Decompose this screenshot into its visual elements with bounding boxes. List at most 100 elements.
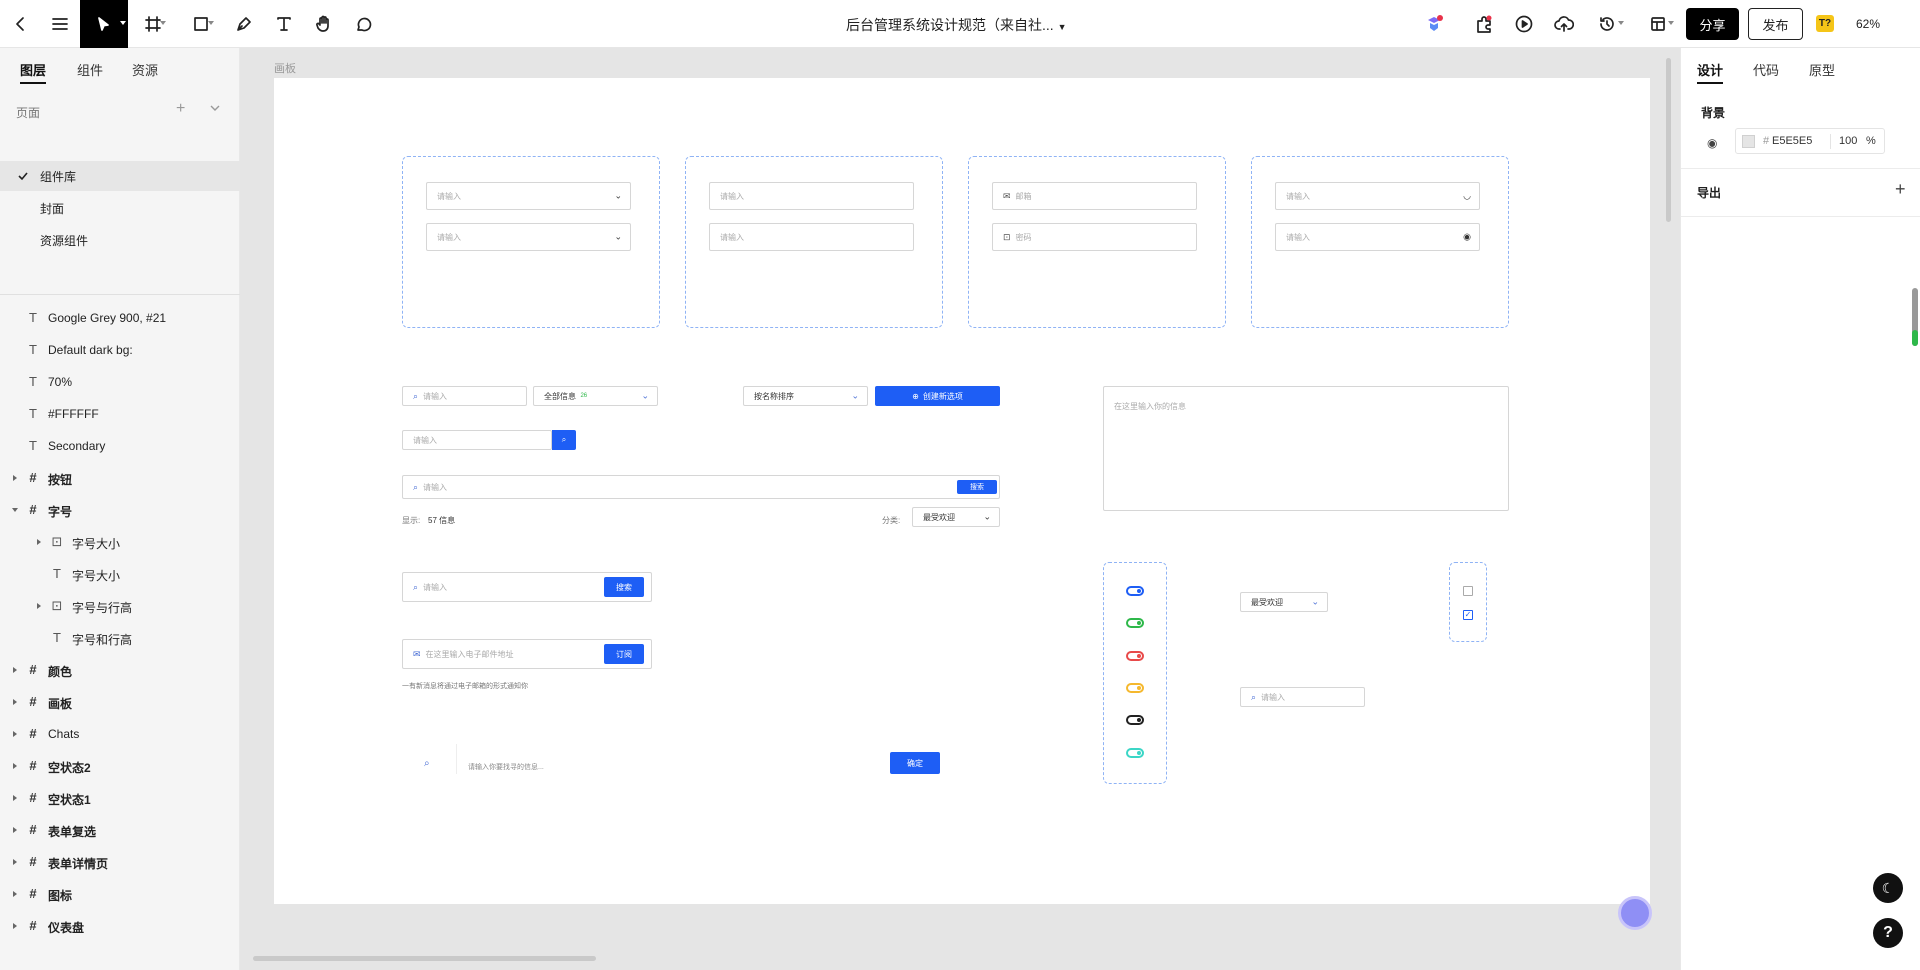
tab-code[interactable]: 代码 [1753, 60, 1779, 79]
tab-layers[interactable]: 图层 [20, 60, 47, 84]
plugin-icon[interactable] [1470, 0, 1498, 48]
email-field[interactable]: ✉ 邮箱 [992, 182, 1197, 210]
select-input[interactable]: 请输入 ⌄ [426, 182, 631, 210]
text-input[interactable]: 请输入 [709, 182, 914, 210]
layer-item[interactable]: # 表单复选 [0, 815, 240, 845]
dark-mode-icon[interactable]: ☾ [1873, 873, 1903, 903]
search-input[interactable]: ⌕ 请输入 [402, 386, 527, 406]
history-icon[interactable] [1588, 0, 1626, 48]
layout-icon[interactable] [1640, 0, 1676, 48]
color-hex-value[interactable]: E5E5E5 [1772, 135, 1812, 147]
search-button[interactable]: 搜索 [957, 480, 997, 494]
horizontal-scrollbar[interactable] [253, 956, 596, 961]
search-button[interactable]: ⌕ [552, 430, 576, 450]
collapse-arrow-icon[interactable] [37, 539, 41, 545]
layer-item[interactable]: T Default dark bg: [0, 335, 240, 365]
play-icon[interactable] [1510, 0, 1538, 48]
rectangle-tool-icon[interactable] [186, 0, 216, 48]
collapse-arrow-icon[interactable] [13, 891, 17, 897]
layer-item[interactable]: T Google Grey 900, #21 [0, 303, 240, 333]
back-icon[interactable] [8, 0, 32, 48]
hand-tool-icon[interactable] [312, 0, 336, 48]
frame-tool-icon[interactable] [138, 0, 168, 48]
message-textarea[interactable]: 在这里输入你的信息 [1103, 386, 1509, 511]
search-bar[interactable]: ⌕ 请输入 [402, 475, 1000, 499]
add-page-icon[interactable]: + [176, 100, 185, 118]
search-button[interactable]: 搜索 [604, 577, 644, 597]
confirm-button[interactable]: 确定 [890, 752, 940, 774]
layer-item[interactable]: ⊡ 字号与行高 [0, 591, 240, 621]
toggle-switch[interactable] [1126, 682, 1144, 693]
sort-select[interactable]: 按名称排序 ⌄ [743, 386, 868, 406]
plan-badge[interactable]: T? [1816, 15, 1834, 32]
layer-item[interactable]: # 仪表盘 [0, 911, 240, 941]
layer-item[interactable]: # 空状态1 [0, 783, 240, 813]
share-button[interactable]: 分享 [1686, 8, 1739, 40]
category-select[interactable]: 最受欢迎 ⌄ [912, 507, 1000, 527]
eye-icon[interactable]: ◉ [1707, 136, 1717, 150]
toggle-switch[interactable] [1126, 586, 1144, 596]
page-item-component-library[interactable]: 组件库 [0, 161, 240, 191]
select-input[interactable]: 请输入 ⌄ [426, 223, 631, 251]
zoom-level[interactable]: 62% [1856, 17, 1880, 31]
layer-item[interactable]: T 字号和行高 [0, 623, 240, 653]
text-input[interactable]: 请输入 ◡ [1275, 182, 1480, 210]
ai-assistant-icon[interactable] [1420, 0, 1448, 48]
menu-icon[interactable] [48, 0, 72, 48]
search-input[interactable]: 请输入 [402, 430, 552, 450]
collapse-arrow-icon[interactable] [37, 603, 41, 609]
collapse-arrow-icon[interactable] [13, 923, 17, 929]
toggle-switch[interactable] [1126, 618, 1144, 629]
toggle-switch[interactable] [1126, 747, 1144, 758]
artboard[interactable]: 请输入 ⌄ 请输入 ⌄ 请输入 请输入 ✉ 邮箱 ⊡ 密码 请输入 ◡ 请输入 ◉ ⌕ 请输入… [274, 78, 1650, 904]
tab-prototype[interactable]: 原型 [1809, 60, 1835, 79]
assistant-floating-icon[interactable] [1618, 896, 1652, 930]
pen-tool-icon[interactable] [232, 0, 256, 48]
upload-cloud-icon[interactable] [1550, 0, 1578, 48]
comment-tool-icon[interactable] [352, 0, 376, 48]
help-icon[interactable]: ? [1873, 918, 1903, 948]
collapse-arrow-icon[interactable] [13, 827, 17, 833]
layer-item[interactable]: # 图标 [0, 879, 240, 909]
layer-item[interactable]: T Secondary [0, 431, 240, 461]
collapse-arrow-icon[interactable] [13, 763, 17, 769]
tab-assets[interactable]: 资源 [132, 60, 158, 79]
collapse-arrow-icon[interactable] [13, 859, 17, 865]
subscribe-button[interactable]: 订阅 [604, 644, 644, 664]
page-item-resource-components[interactable]: 资源组件 [0, 225, 240, 255]
text-input[interactable]: 请输入 [709, 223, 914, 251]
create-new-button[interactable]: ⊕ 创建新选项 [875, 386, 1000, 406]
layer-item[interactable]: # 按钮 [0, 463, 240, 493]
layer-item[interactable]: # 颜色 [0, 655, 240, 685]
tab-design[interactable]: 设计 [1697, 60, 1724, 84]
layer-item[interactable]: # Chats [0, 719, 240, 749]
background-color-field[interactable]: # E5E5E5 100 % [1735, 128, 1885, 154]
search-input[interactable]: ⌕ 请输入 [1240, 687, 1365, 707]
checkbox-checked[interactable]: ✓ [1463, 610, 1473, 620]
tab-components[interactable]: 组件 [77, 60, 103, 79]
toggle-switch[interactable] [1126, 715, 1144, 726]
text-tool-icon[interactable] [272, 0, 296, 48]
checkbox-unchecked[interactable] [1463, 586, 1473, 596]
collapse-arrow-icon[interactable] [13, 667, 17, 673]
publish-button[interactable]: 发布 [1748, 8, 1803, 40]
design-canvas[interactable]: 画板 请输入 ⌄ 请输入 ⌄ 请输入 请输入 ✉ 邮箱 ⊡ 密码 请输入 ◡ 请输入 ◉ ⌕… [240, 48, 1680, 970]
layer-item[interactable]: T #FFFFFF [0, 399, 240, 429]
vertical-scrollbar[interactable] [1666, 58, 1671, 222]
password-field[interactable]: ⊡ 密码 [992, 223, 1197, 251]
layer-item[interactable]: # 表单详情页 [0, 847, 240, 877]
collapse-arrow-icon[interactable] [13, 795, 17, 801]
collapse-arrow-icon[interactable] [13, 699, 17, 705]
expand-arrow-icon[interactable] [12, 508, 18, 512]
popular-select[interactable]: 最受欢迎 ⌄ [1240, 592, 1328, 612]
add-export-icon[interactable]: + [1895, 179, 1906, 200]
layer-item[interactable]: ⊡ 字号大小 [0, 527, 240, 557]
toggle-switch[interactable] [1126, 650, 1144, 661]
board-label[interactable]: 画板 [274, 60, 296, 76]
layer-item[interactable]: T 字号大小 [0, 559, 240, 589]
document-title[interactable]: 后台管理系统设计规范（来自社... ▼ [846, 15, 1066, 35]
collapse-arrow-icon[interactable] [13, 475, 17, 481]
opacity-value[interactable]: 100 [1839, 135, 1857, 147]
move-tool-button[interactable] [80, 0, 128, 48]
collapse-arrow-icon[interactable] [13, 731, 17, 737]
